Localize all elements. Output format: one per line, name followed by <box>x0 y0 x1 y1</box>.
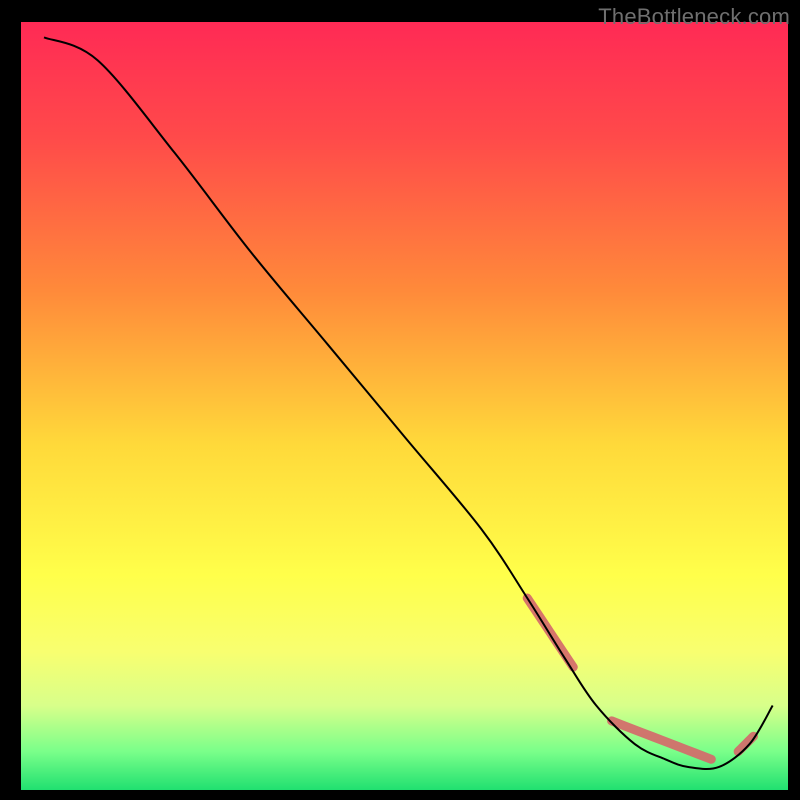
chart-svg <box>0 0 800 800</box>
gradient-background <box>21 22 788 790</box>
watermark-label: TheBottleneck.com <box>598 4 790 30</box>
chart-container: TheBottleneck.com <box>0 0 800 800</box>
